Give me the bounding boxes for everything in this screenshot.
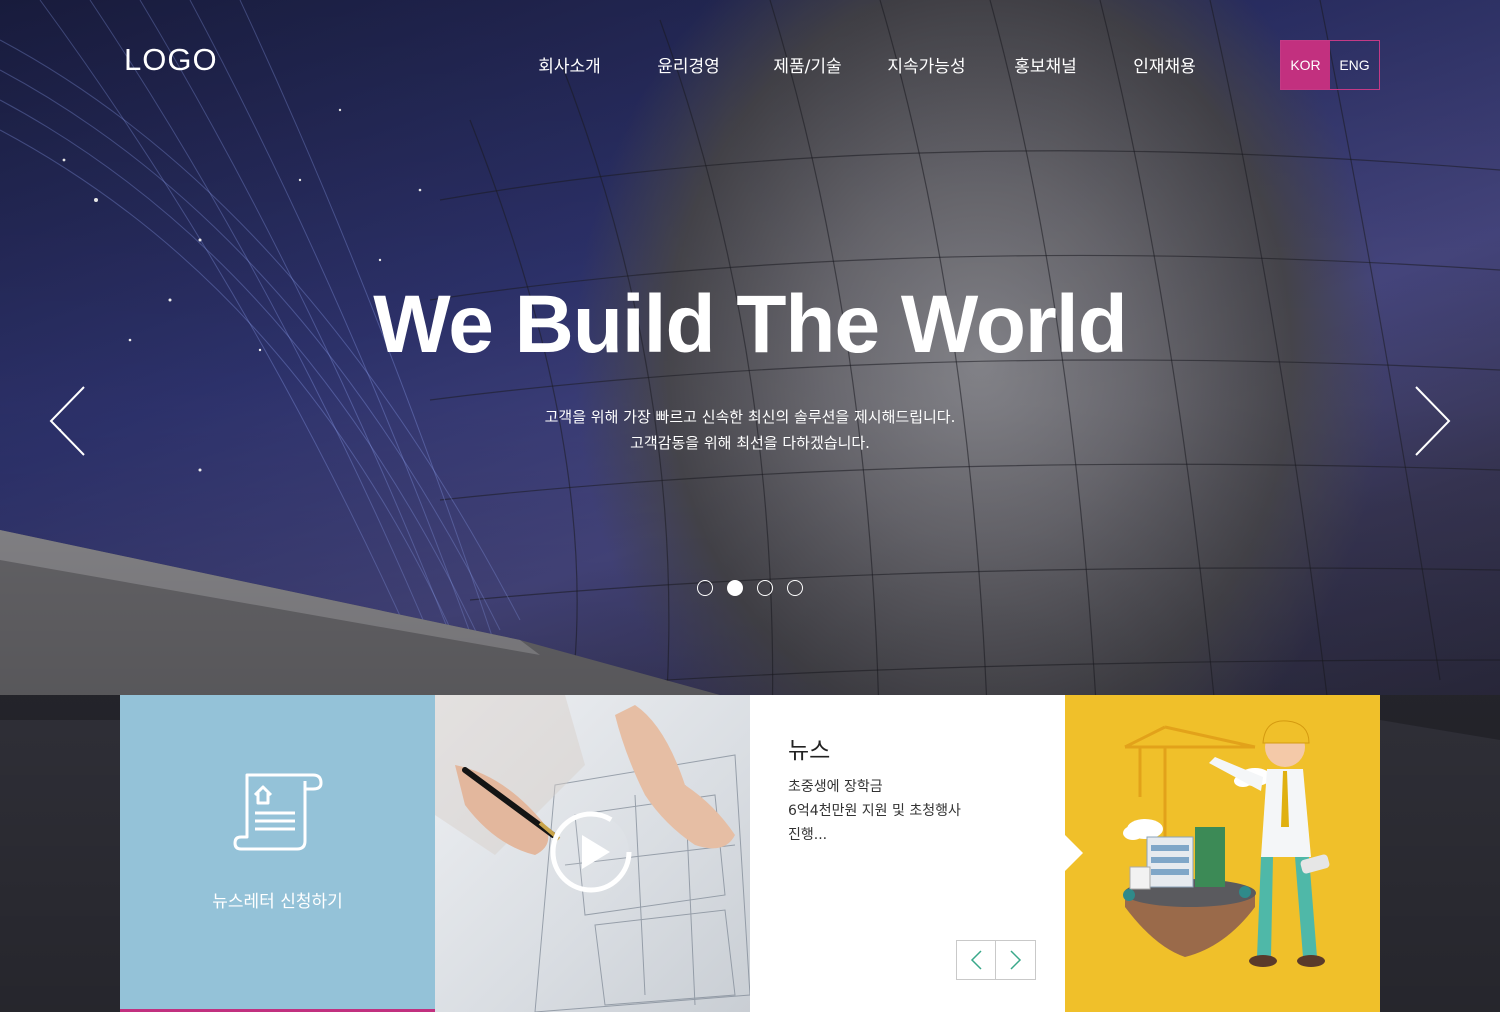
nav-item-products[interactable]: 제품/기술 bbox=[748, 52, 867, 77]
slider-dot-1[interactable] bbox=[697, 580, 713, 596]
chevron-left-icon bbox=[49, 386, 85, 456]
chevron-left-icon bbox=[970, 950, 982, 970]
hero-subtitle-line-2: 고객감동을 위해 최선을 다하겠습니다. bbox=[630, 434, 870, 452]
document-house-icon bbox=[233, 773, 323, 851]
newsletter-card[interactable]: 뉴스레터 신청하기 bbox=[120, 695, 435, 1012]
news-line-2: 6억4천만원 지원 및 초청행사 bbox=[788, 803, 961, 819]
news-next-button[interactable] bbox=[996, 940, 1036, 980]
slider-next-button[interactable] bbox=[1412, 385, 1452, 457]
hero-title: We Build The World bbox=[373, 279, 1127, 370]
video-card[interactable] bbox=[435, 695, 750, 1012]
chevron-right-icon bbox=[1415, 386, 1451, 456]
news-title: 뉴스 bbox=[788, 738, 831, 764]
hero-subtitle-line-1: 고객을 위해 가장 빠르고 신속한 최신의 솔루션을 제시해드립니다. bbox=[544, 408, 956, 426]
nav-item-ethics[interactable]: 윤리경영 bbox=[629, 52, 748, 77]
lang-eng-button[interactable]: ENG bbox=[1330, 41, 1379, 89]
site-logo[interactable]: LOGO bbox=[124, 42, 218, 78]
nav-item-sustainability[interactable]: 지속가능성 bbox=[867, 52, 986, 77]
construction-illustration-card bbox=[1065, 695, 1380, 1012]
chevron-right-icon bbox=[1009, 950, 1021, 970]
nav-item-pr-channel[interactable]: 홍보채널 bbox=[986, 52, 1105, 77]
main-navigation: 회사소개 윤리경영 제품/기술 지속가능성 홍보채널 인재채용 bbox=[510, 52, 1224, 77]
slider-dot-2[interactable] bbox=[727, 580, 743, 596]
hero-subtitle: 고객을 위해 가장 빠르고 신속한 최신의 솔루션을 제시해드립니다. 고객감동… bbox=[0, 404, 1500, 456]
quick-cards: 뉴스레터 신청하기 뉴스 초중생에 장학금 6억4천만원 지원 및 초청행사 진… bbox=[120, 695, 1380, 1012]
news-pager bbox=[956, 940, 1036, 980]
lang-kor-button[interactable]: KOR bbox=[1281, 41, 1330, 89]
engineer-illustration bbox=[1123, 720, 1330, 967]
slider-prev-button[interactable] bbox=[48, 385, 88, 457]
slider-pagination bbox=[697, 580, 803, 596]
nav-item-company[interactable]: 회사소개 bbox=[510, 52, 629, 77]
news-line-1: 초중생에 장학금 bbox=[788, 779, 883, 795]
language-switcher: KOR ENG bbox=[1280, 40, 1380, 90]
news-summary[interactable]: 초중생에 장학금 6억4천만원 지원 및 초청행사 진행... bbox=[788, 775, 1038, 847]
news-prev-button[interactable] bbox=[956, 940, 996, 980]
newsletter-label: 뉴스레터 신청하기 bbox=[212, 892, 343, 912]
news-card: 뉴스 초중생에 장학금 6억4천만원 지원 및 초청행사 진행... bbox=[750, 695, 1065, 1012]
card-notch bbox=[1065, 835, 1083, 871]
slider-dot-3[interactable] bbox=[757, 580, 773, 596]
play-icon[interactable] bbox=[548, 809, 634, 895]
slider-dot-4[interactable] bbox=[787, 580, 803, 596]
nav-item-recruit[interactable]: 인재채용 bbox=[1105, 52, 1224, 77]
site-header: LOGO 회사소개 윤리경영 제품/기술 지속가능성 홍보채널 인재채용 KOR… bbox=[0, 0, 1500, 130]
news-line-3: 진행... bbox=[788, 827, 828, 843]
